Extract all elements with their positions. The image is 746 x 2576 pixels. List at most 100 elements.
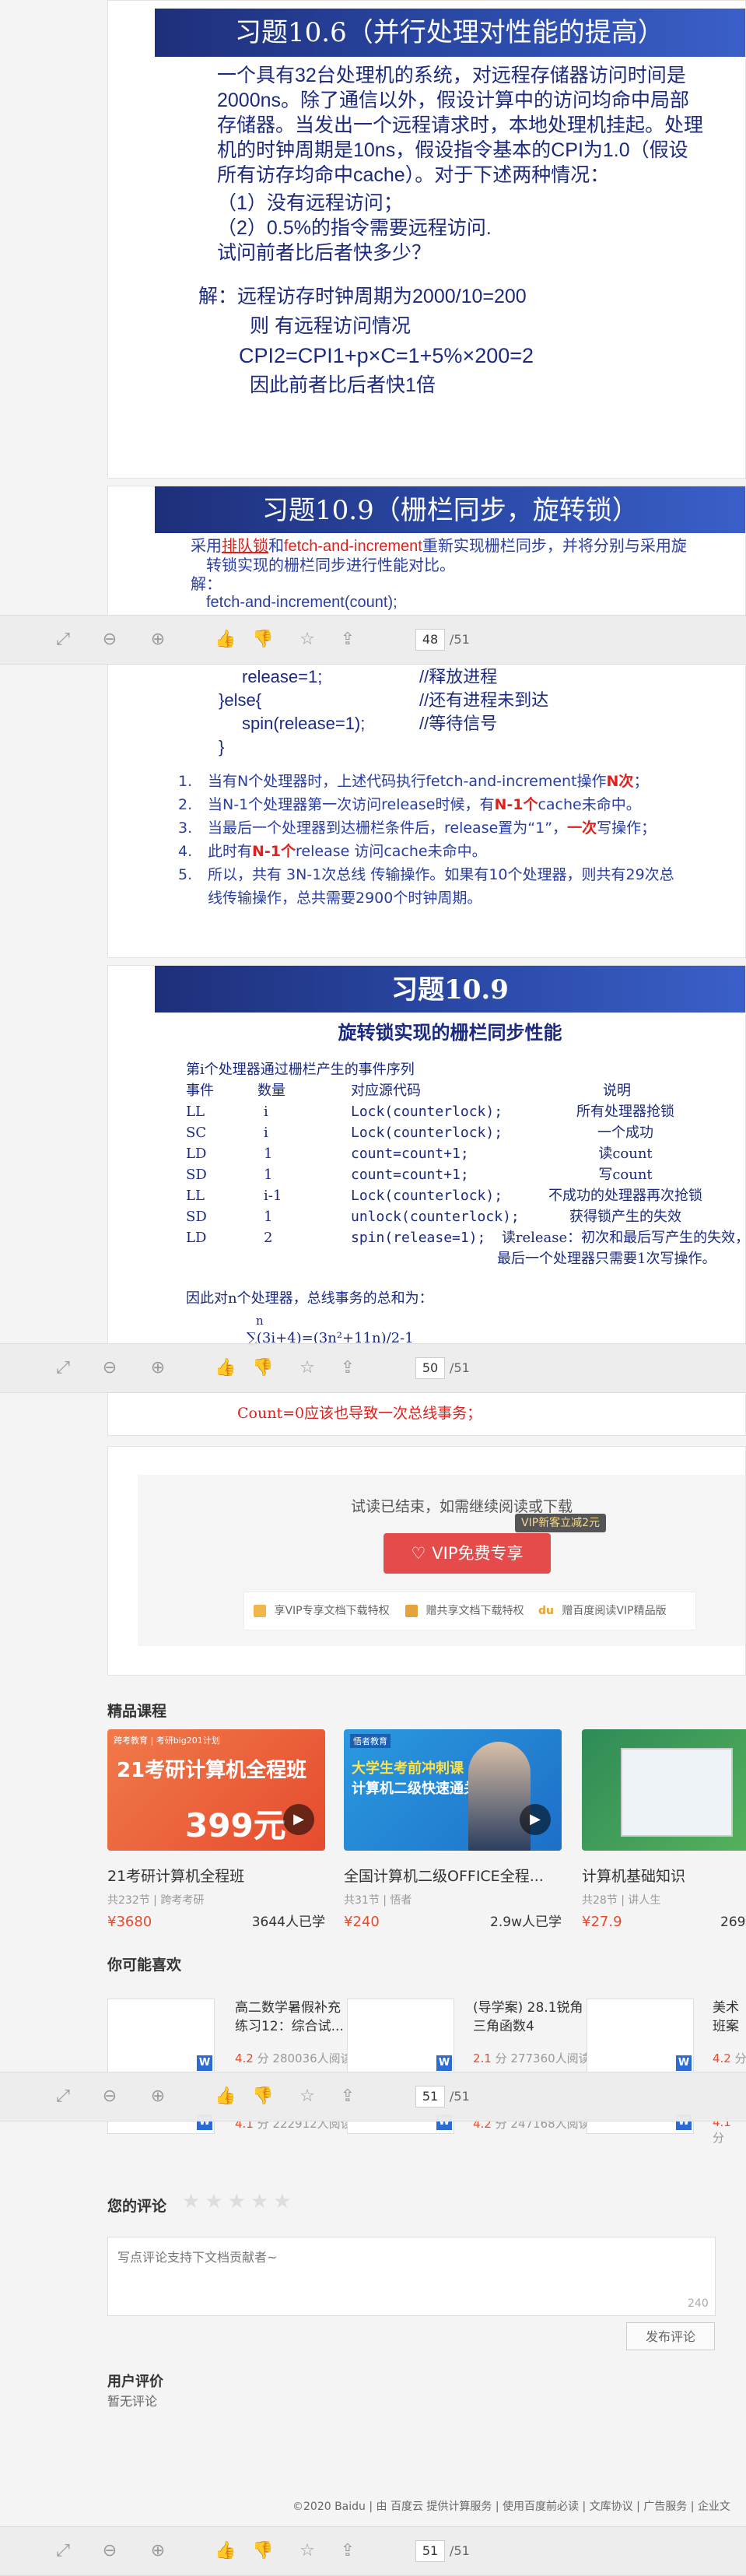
rating-stars[interactable]: ★ ★ ★ ★ ★ xyxy=(182,2190,296,2213)
play-icon[interactable]: ▶ xyxy=(283,1804,314,1835)
problem-line: 所有访存均命中cache）。对于下述两种情况： xyxy=(217,164,610,186)
course-learners: 2.9w人已学 xyxy=(490,1914,562,1930)
answer-line: 因此前者比后者快1倍 xyxy=(250,374,436,396)
vip-free-button[interactable]: ♡ VIP免费专享 xyxy=(384,1533,551,1574)
intro-link[interactable]: 排队锁 xyxy=(222,536,268,555)
table-row: SD 1 unlock(counterlock); 获得锁产生的失效 xyxy=(186,1206,745,1227)
code-row: release=1; //释放进程 xyxy=(194,665,660,689)
doc-toolbar: ⤢ ⊖ ⊕ 👍 👎 ☆ ⇪ 48/51 xyxy=(0,615,746,665)
course-learners: 269 xyxy=(720,1914,746,1930)
zoom-in-icon[interactable]: ⊕ xyxy=(148,630,168,650)
share-icon[interactable]: ⇪ xyxy=(338,630,358,650)
zoom-in-icon[interactable]: ⊕ xyxy=(148,2086,168,2107)
code-line: fetch-and-increment(count); xyxy=(206,594,398,611)
star-icon[interactable]: ★ xyxy=(182,2190,200,2213)
star-icon[interactable]: ★ xyxy=(273,2190,291,2213)
answer-block: 解：远程访存时钟周期为2000/10=200 则 有远程访问情况 CPI2=CP… xyxy=(198,284,743,398)
thumbs-down-icon[interactable]: 👎 xyxy=(252,630,273,650)
zoom-out-icon[interactable]: ⊖ xyxy=(100,2541,120,2561)
word-icon: W xyxy=(676,2055,692,2071)
course-banner-screen xyxy=(621,1748,733,1837)
page-total: /51 xyxy=(450,2089,470,2104)
problem-line: 2000ns。除了通信以外，假设计算中的访问均命中局部 xyxy=(217,89,690,111)
course-card[interactable]: 悟者教育 大学生考前冲刺课 计算机二级快速通关 ▶ 全国计算机二级OFFICE全… xyxy=(344,1729,562,1930)
code-text: spin(release=1); xyxy=(242,714,366,733)
fullscreen-icon[interactable]: ⤢ xyxy=(53,2541,73,2561)
item-text: ； xyxy=(633,773,649,790)
share-icon[interactable]: ⇪ xyxy=(338,2541,358,2561)
star-icon[interactable]: ★ xyxy=(250,2190,268,2213)
course-meta: 共28节 | 讲人生 xyxy=(582,1894,661,1907)
doc-title[interactable]: (导学案) 28.1锐角三角函数4 xyxy=(473,1999,590,2036)
course-card[interactable]: 跨考教育 | 考研big201计划 21考研计算机全程班 399元 ▶ 21考研… xyxy=(107,1729,325,1930)
page-number-input[interactable]: 48 xyxy=(415,629,445,651)
table-cell: SD xyxy=(186,1167,207,1183)
sum-upper-bound: n xyxy=(256,1314,264,1328)
fullscreen-icon[interactable]: ⤢ xyxy=(53,1358,73,1378)
zoom-out-icon[interactable]: ⊖ xyxy=(100,2086,120,2107)
share-icon[interactable]: ⇪ xyxy=(338,1358,358,1378)
zoom-in-icon[interactable]: ⊕ xyxy=(148,2541,168,2561)
zoom-out-icon[interactable]: ⊖ xyxy=(100,1358,120,1378)
slide-title: 习题10.9 xyxy=(155,966,745,1013)
star-icon[interactable]: ★ xyxy=(228,2190,246,2213)
star-icon[interactable]: ☆ xyxy=(297,2541,317,2561)
thumbs-up-icon[interactable]: 👍 xyxy=(215,2541,236,2561)
doc-thumbnail[interactable]: W xyxy=(107,1999,215,2075)
doc-toolbar: ⤢ ⊖ ⊕ 👍 👎 ☆ ⇪ 51/51 xyxy=(0,2072,746,2122)
thumbs-up-icon[interactable]: 👍 xyxy=(215,1358,236,1378)
table-cell: i-1 xyxy=(264,1188,282,1204)
course-card[interactable]: 计算机基础知识 共28节 | 讲人生 ¥27.9 269 xyxy=(582,1729,746,1930)
code-text: release=1; xyxy=(242,667,323,686)
star-icon[interactable]: ☆ xyxy=(297,2086,317,2107)
page-number-input[interactable]: 50 xyxy=(415,1357,445,1379)
star-icon[interactable]: ★ xyxy=(205,2190,222,2213)
fullscreen-icon[interactable]: ⤢ xyxy=(53,2086,73,2107)
case-2: （2）0.5%的指令需要远程访问. xyxy=(217,217,492,239)
sum-text: 因此对n个处理器，总线事务的总和为： xyxy=(186,1290,433,1307)
thumbs-down-icon[interactable]: 👎 xyxy=(252,2541,273,2561)
word-icon: W xyxy=(197,2055,212,2071)
page-total: /51 xyxy=(450,2543,470,2558)
item-text: 当最后一个处理器到达栅栏条件后，release置为“1”， xyxy=(208,819,568,837)
intro-highlight: fetch-and-increment xyxy=(284,538,422,555)
course-banner: 跨考教育 | 考研big201计划 21考研计算机全程班 399元 ▶ xyxy=(107,1729,325,1851)
col-header: 事件 xyxy=(186,1083,214,1099)
vip-discount-tag: VIP新客立减2元 xyxy=(515,1514,607,1532)
doc-title[interactable]: 美术班案 xyxy=(713,1999,746,2036)
table-cell: 读release：初次和最后写产生的失效， xyxy=(501,1230,746,1246)
doc-thumbnail[interactable]: W xyxy=(587,1999,694,2075)
recommend-heading: 你可能喜欢 xyxy=(107,1957,182,1974)
doc-title[interactable]: 高二数学暑假补充练习12：综合试... xyxy=(235,1999,352,2036)
thumbs-up-icon[interactable]: 👍 xyxy=(215,2086,236,2107)
item-text: 写操作； xyxy=(597,819,657,837)
item-num: 5. xyxy=(178,866,193,883)
star-icon[interactable]: ☆ xyxy=(297,630,317,650)
intro-text-part: 转锁实现的栅栏同步进行性能对比。 xyxy=(206,556,455,574)
item-highlight: N次 xyxy=(606,773,634,790)
intro-text-part: 重新实现栅栏同步，并将分别与采用旋 xyxy=(422,536,687,555)
fullscreen-icon[interactable]: ⤢ xyxy=(53,630,73,650)
play-icon[interactable]: ▶ xyxy=(520,1804,551,1835)
table-cell: LL xyxy=(186,1104,205,1120)
doc-meta: 2.1 分 277360人阅读 xyxy=(473,2050,590,2066)
star-icon[interactable]: ☆ xyxy=(297,1358,317,1378)
zoom-in-icon[interactable]: ⊕ xyxy=(148,1358,168,1378)
thumbs-down-icon[interactable]: 👎 xyxy=(252,1358,273,1378)
thumbs-up-icon[interactable]: 👍 xyxy=(215,630,236,650)
page-number-input[interactable]: 51 xyxy=(415,2540,445,2562)
thumbs-down-icon[interactable]: 👎 xyxy=(252,2086,273,2107)
share-icon[interactable]: ⇪ xyxy=(338,2086,358,2107)
table-row: LL i Lock(counterlock); 所有处理器抢锁 xyxy=(186,1101,745,1122)
word-icon: W xyxy=(436,2055,452,2071)
zoom-out-icon[interactable]: ⊖ xyxy=(100,630,120,650)
doc-thumbnail[interactable]: W xyxy=(347,1999,454,2075)
item-text: 所以，共有 3N-1次总线 传输操作。如果有10个处理器，则共有29次总 xyxy=(208,866,674,883)
answer-line: CPI2=CPI1+p×C=1+5%×200=2 xyxy=(239,344,534,367)
page-number-input[interactable]: 51 xyxy=(415,2086,445,2107)
page-indicator: 51/51 xyxy=(415,2086,470,2107)
table-cell: 一个成功 xyxy=(597,1125,653,1141)
analysis-item: 1. 当有N个处理器时，上述代码执行fetch-and-increment操作N次… xyxy=(178,770,745,793)
comment-input[interactable] xyxy=(107,2237,716,2316)
submit-comment-button[interactable]: 发布评论 xyxy=(626,2322,715,2350)
